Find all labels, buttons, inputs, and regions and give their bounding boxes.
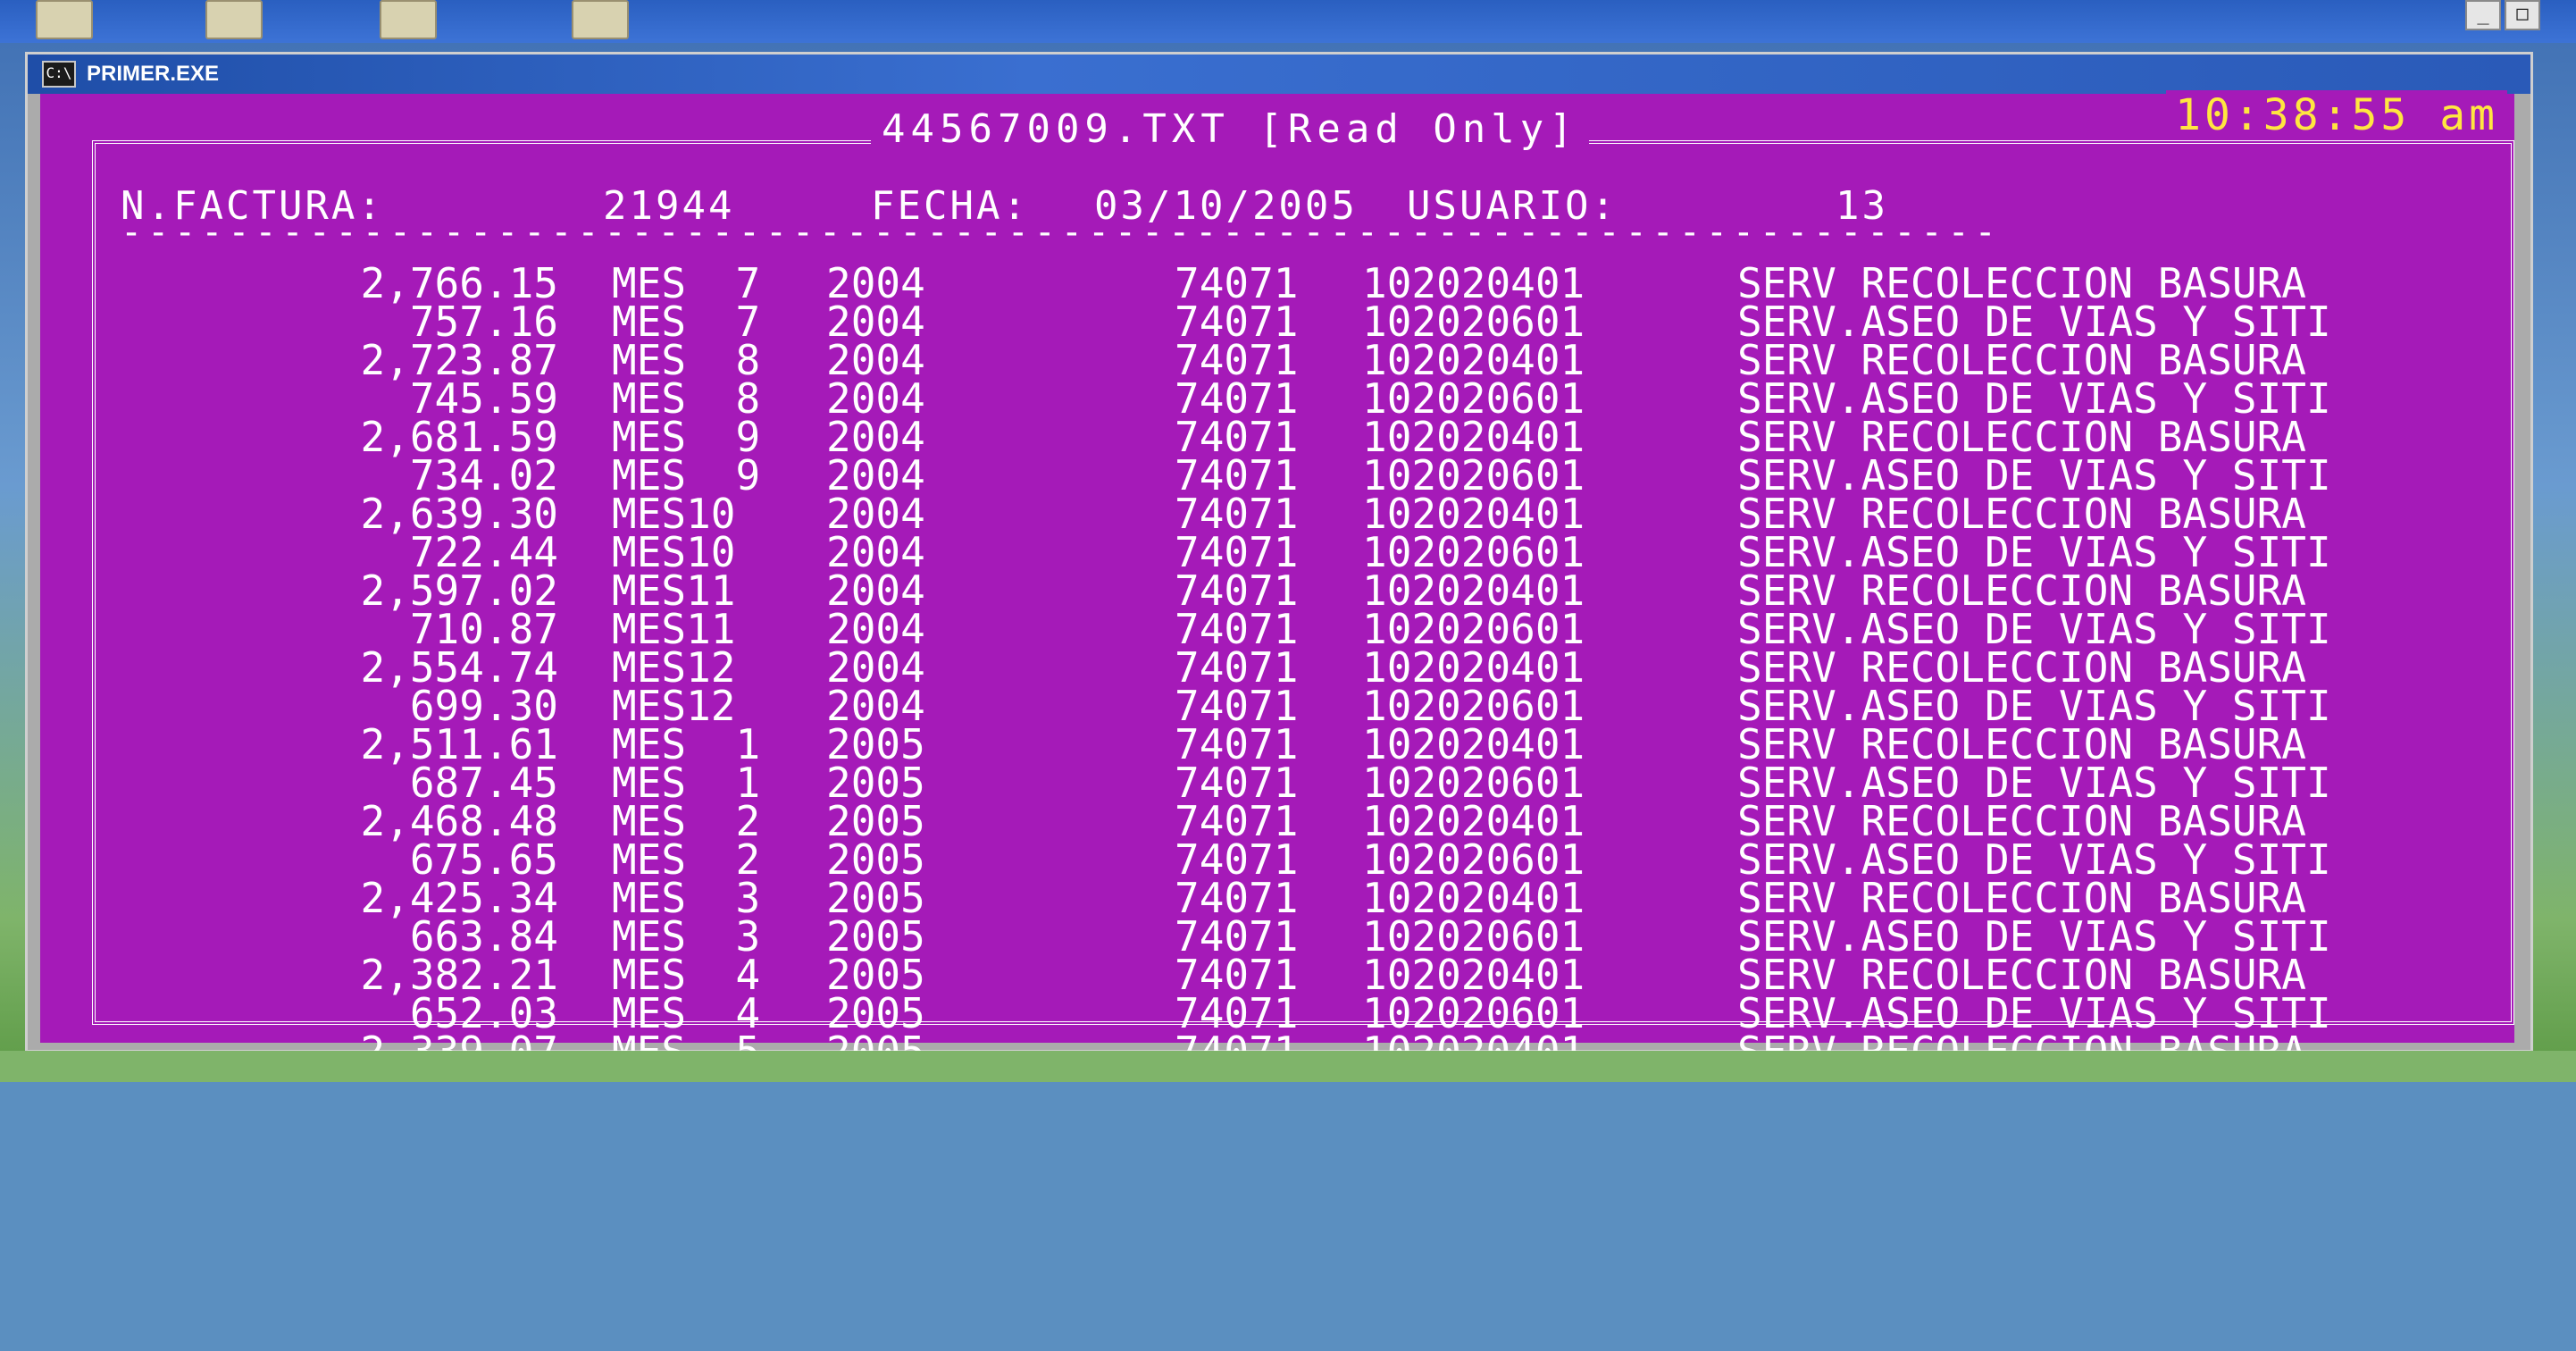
file-title: 44567009.TXT [Read Only] [871, 106, 1589, 152]
minimize-button[interactable]: _ [2465, 0, 2501, 30]
shortcut-icon[interactable] [380, 0, 437, 39]
folder-icon[interactable] [205, 0, 263, 39]
clock: 10:38:55 am [2166, 90, 2507, 140]
console-icon[interactable]: C:\ [42, 61, 76, 88]
maximize-button[interactable]: □ [2505, 0, 2540, 30]
taskbar [0, 1051, 2576, 1082]
console-window: C:\ PRIMER.EXE 44567009.TXT [Read Only] … [25, 52, 2533, 1072]
outer-window-controls: _ □ [2465, 0, 2540, 30]
window-title: PRIMER.EXE [87, 62, 220, 86]
console-screen[interactable]: 44567009.TXT [Read Only] 10:38:55 am N.F… [40, 90, 2514, 1072]
console-titlebar[interactable]: C:\ PRIMER.EXE [28, 55, 2530, 94]
shortcut-icon[interactable] [572, 0, 629, 39]
desktop-shortcut-icon[interactable] [36, 0, 93, 39]
header-divider: ----------------------------------------… [121, 219, 1996, 246]
